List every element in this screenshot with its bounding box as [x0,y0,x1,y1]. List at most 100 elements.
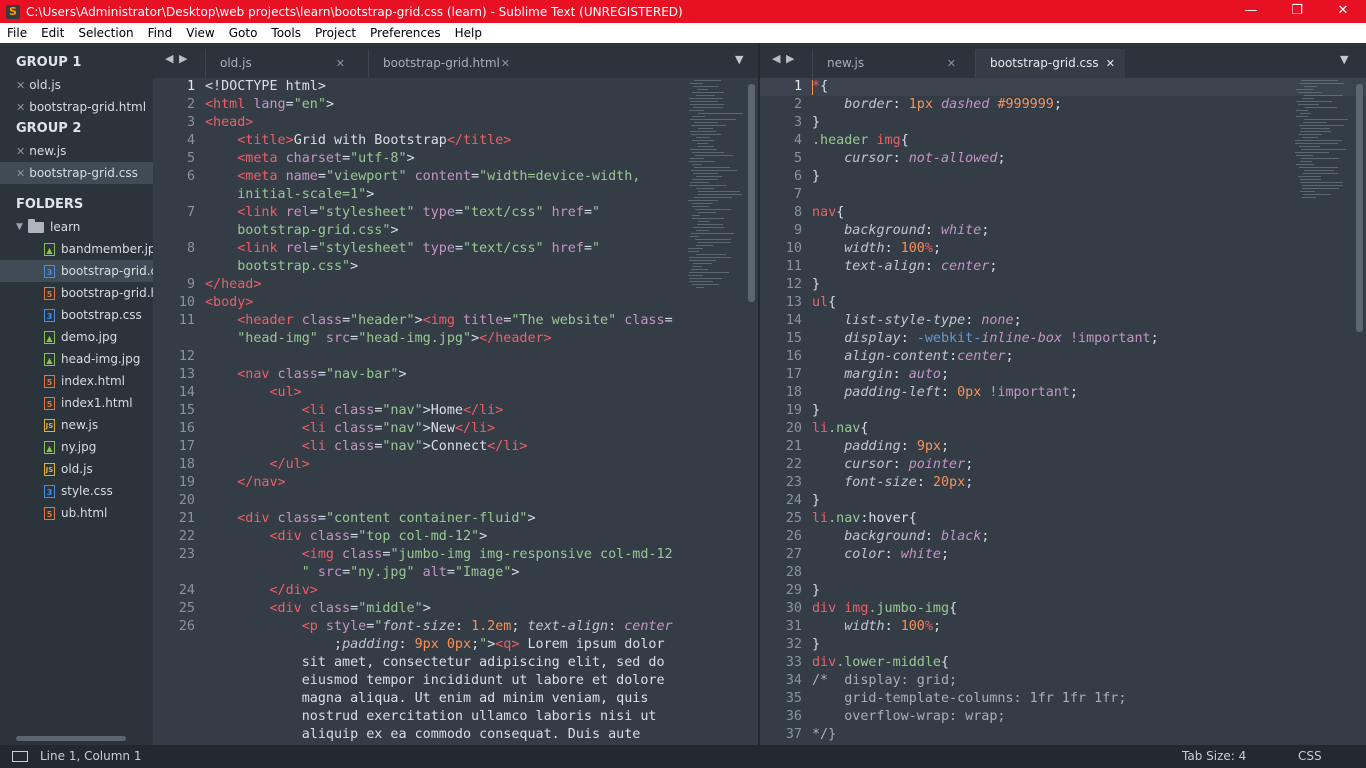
line-number: 37 [785,727,802,742]
vertical-scrollbar[interactable] [748,84,755,302]
tab-bootstrap-grid-html[interactable]: bootstrap-grid.html ✕ [368,49,520,78]
close-icon[interactable]: ✕ [336,49,345,78]
code-token: : [884,241,901,256]
tab-prev-icon[interactable]: ◀ [772,52,780,65]
menu-preferences[interactable]: Preferences [363,23,448,43]
code-token: > [317,79,326,94]
code-token: margin [844,367,893,382]
tree-file-item[interactable]: ▲ head-img.jpg [0,348,153,370]
tree-file-item[interactable]: JS old.js [0,458,153,480]
minimap[interactable] [688,78,748,318]
code-token: ; [997,151,1006,166]
tab-new-js[interactable]: new.js ✕ [812,49,966,78]
tree-file-item[interactable]: 5 index.html [0,370,153,392]
sidebar-scrollbar[interactable] [16,736,126,741]
minimize-button[interactable]: — [1228,0,1274,23]
open-file-item[interactable]: ✕ old.js [0,74,153,96]
tree-file-item[interactable]: 5 index1.html [0,392,153,414]
menu-edit[interactable]: Edit [34,23,71,43]
close-icon[interactable]: ✕ [501,49,510,78]
minimap-line [692,218,724,219]
close-icon[interactable]: ✕ [1106,49,1115,78]
menu-file[interactable]: File [0,23,34,43]
minimap[interactable] [1295,78,1355,318]
code-token: div [812,601,837,616]
close-button[interactable]: ✕ [1320,0,1366,23]
tab-prev-icon[interactable]: ◀ [165,52,173,65]
tab-bootstrap-grid-css[interactable]: bootstrap-grid.css ✕ [975,49,1125,78]
syntax-mode[interactable]: CSS [1298,745,1322,768]
code-line: width: 100%; [812,240,941,258]
left-editor[interactable]: 1 2 3 4 5 6 7 8 9 10 11 12 13 14 15 16 17 18 19 20 21 22 23 24 2… [153,78,758,745]
minimap-line [689,257,732,258]
folder-learn[interactable]: ▼ learn [0,216,153,238]
menu-help[interactable]: Help [448,23,489,43]
open-file-item[interactable]: ✕ bootstrap-grid.css [0,162,153,184]
minimap-line [691,140,714,141]
code-token: = [317,169,326,184]
close-icon[interactable]: ✕ [16,167,25,180]
code-token: > [422,421,431,436]
minimap-line [697,113,744,114]
line-number: 2 [793,97,802,112]
code-token: bootstrap-grid.css" [205,223,391,238]
code-line: /* display: grid; [812,672,957,690]
tree-file-item[interactable]: 5 ub.html [0,502,153,524]
tree-file-item[interactable]: 5 bootstrap-grid.html [0,282,153,304]
code-line: <li class="nav">Connect</li> [205,438,528,456]
code-line: } [812,168,820,186]
menu-project[interactable]: Project [308,23,363,43]
minimap-line [697,212,717,213]
line-number: 20 [178,493,195,508]
tree-file-item[interactable]: JS new.js [0,414,153,436]
code-line: </nav> [205,474,285,492]
code-token: " [592,241,601,256]
code-token: : [398,637,415,652]
right-editor[interactable]: 1 2 3 4 5 6 7 8 9 10 11 12 13 14 15 16 17 18 19 20 21 22 23 24 2… [760,78,1366,745]
tab-size[interactable]: Tab Size: 4 [1182,745,1246,768]
code-token: 9px 0px [414,637,472,652]
tab-old-js[interactable]: old.js ✕ [205,49,355,78]
code-token: alt [414,565,447,580]
tree-file-item[interactable]: 3 bootstrap.css [0,304,153,326]
tree-file-item[interactable]: 3 bootstrap-grid.css [0,260,153,282]
menu-find[interactable]: Find [141,23,180,43]
close-icon[interactable]: ✕ [16,101,25,114]
open-file-item[interactable]: ✕ bootstrap-grid.html [0,96,153,118]
tab-dropdown-icon[interactable]: ▼ [735,53,743,66]
code-token: % [924,241,933,256]
code-token: : [892,97,909,112]
menu-selection[interactable]: Selection [71,23,140,43]
tree-file-item[interactable]: 3 style.css [0,480,153,502]
vertical-scrollbar[interactable] [1356,84,1363,332]
restore-button[interactable]: ❐ [1274,0,1320,23]
menu-goto[interactable]: Goto [222,23,265,43]
tree-file-item[interactable]: ▲ bandmember.jpg [0,238,153,260]
tree-file-item[interactable]: ▲ demo.jpg [0,326,153,348]
minimap-line [1302,194,1331,195]
open-file-item[interactable]: ✕ new.js [0,140,153,162]
minimap-line [688,98,724,99]
chevron-down-icon[interactable]: ▼ [16,216,28,238]
open-file-label: new.js [29,144,67,158]
code-token: = [664,313,673,328]
code-token: 1.2em [471,619,512,634]
tab-next-icon[interactable]: ▶ [786,52,794,65]
tab-dropdown-icon[interactable]: ▼ [1340,53,1348,66]
menu-view[interactable]: View [179,23,221,43]
code-token: img [876,133,901,148]
code-token: = [317,367,326,382]
tree-file-item[interactable]: ▲ ny.jpg [0,436,153,458]
menu-tools[interactable]: Tools [264,23,308,43]
close-icon[interactable]: ✕ [16,145,25,158]
panel-toggle-icon[interactable] [12,751,28,762]
tab-next-icon[interactable]: ▶ [179,52,187,65]
js-file-icon: JS [44,418,55,432]
close-icon[interactable]: ✕ [947,49,956,78]
close-icon[interactable]: ✕ [16,79,25,92]
code-token: = [454,205,463,220]
code-token: lang [245,97,286,112]
